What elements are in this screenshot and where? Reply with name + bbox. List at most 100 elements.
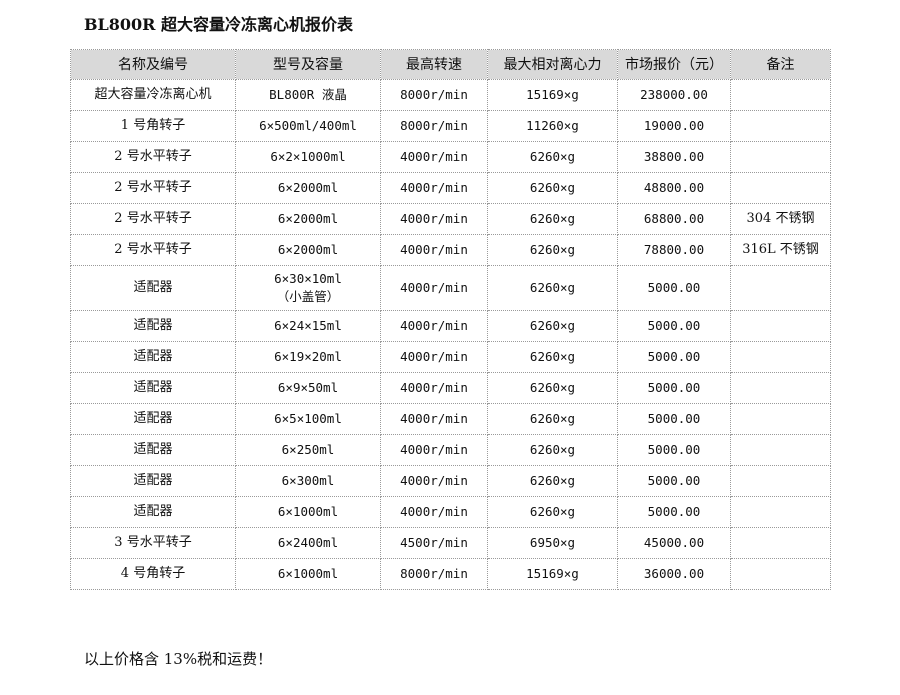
header-remark: 备注	[730, 49, 831, 80]
cell-name: 适配器	[70, 372, 236, 404]
table-row: 适配器 6×5×100ml 4000r/min 6260×g 5000.00	[70, 403, 831, 435]
cell-model: BL800R 液晶	[235, 79, 381, 111]
cell-model-line: 6×2000ml	[277, 180, 339, 195]
cell-model-line: 6×250ml	[281, 442, 335, 457]
cell-model: 6×2×1000ml	[235, 141, 381, 173]
cell-remark	[730, 465, 831, 497]
cell-name: 2 号水平转子	[70, 234, 236, 266]
cell-price: 68800.00	[617, 203, 731, 235]
cell-speed: 4000r/min	[380, 372, 488, 404]
table-row: 2 号水平转子 6×2000ml 4000r/min 6260×g 78800.00 31…	[70, 234, 831, 266]
cell-speed: 4000r/min	[380, 234, 488, 266]
cell-model: 6×5×100ml	[235, 403, 381, 435]
table-row: 适配器 6×250ml 4000r/min 6260×g 5000.00	[70, 434, 831, 466]
cell-rcf: 6260×g	[487, 234, 618, 266]
cell-rcf: 6260×g	[487, 172, 618, 204]
cell-speed: 4000r/min	[380, 434, 488, 466]
cell-remark	[730, 341, 831, 373]
cell-price: 45000.00	[617, 527, 731, 559]
cell-speed: 4000r/min	[380, 403, 488, 435]
cell-price: 5000.00	[617, 341, 731, 373]
cell-name: 2 号水平转子	[70, 172, 236, 204]
cell-remark	[730, 558, 831, 590]
cell-model-subline: （小盖管）	[276, 289, 340, 304]
table-row: 2 号水平转子 6×2000ml 4000r/min 6260×g 68800.00 30…	[70, 203, 831, 235]
cell-rcf: 6950×g	[487, 527, 618, 559]
price-note: 以上价格含 13%税和运费！	[84, 650, 273, 668]
cell-remark	[730, 434, 831, 466]
table-header-row: 名称及编号 型号及容量 最高转速 最大相对离心力 市场报价（元） 备注	[70, 49, 831, 80]
cell-model: 6×1000ml	[235, 496, 381, 528]
cell-rcf: 6260×g	[487, 141, 618, 173]
cell-model: 6×30×10ml （小盖管）	[235, 265, 381, 311]
cell-speed: 4000r/min	[380, 341, 488, 373]
cell-name: 适配器	[70, 403, 236, 435]
header-name: 名称及编号	[70, 49, 236, 80]
table-row: 适配器 6×300ml 4000r/min 6260×g 5000.00	[70, 465, 831, 497]
cell-remark: 316L 不锈钢	[730, 234, 831, 266]
cell-model: 6×2400ml	[235, 527, 381, 559]
cell-model-line: 6×300ml	[281, 473, 335, 488]
cell-rcf: 6260×g	[487, 203, 618, 235]
cell-model: 6×2000ml	[235, 172, 381, 204]
cell-name: 2 号水平转子	[70, 203, 236, 235]
cell-price: 5000.00	[617, 265, 731, 311]
cell-name: 适配器	[70, 434, 236, 466]
cell-price: 5000.00	[617, 403, 731, 435]
table-row: 超大容量冷冻离心机 BL800R 液晶 8000r/min 15169×g 238000…	[70, 79, 831, 111]
table-row: 2 号水平转子 6×2000ml 4000r/min 6260×g 48800.00	[70, 172, 831, 204]
cell-name: 2 号水平转子	[70, 141, 236, 173]
cell-name: 1 号角转子	[70, 110, 236, 142]
cell-model-line: 6×1000ml	[277, 504, 339, 519]
cell-model: 6×300ml	[235, 465, 381, 497]
cell-speed: 4000r/min	[380, 465, 488, 497]
header-speed: 最高转速	[380, 49, 488, 80]
cell-model-line: 6×5×100ml	[274, 411, 342, 426]
cell-model-line: 6×24×15ml	[274, 318, 342, 333]
header-model: 型号及容量	[235, 49, 381, 80]
cell-rcf: 6260×g	[487, 372, 618, 404]
cell-model-line: BL800R 液晶	[269, 87, 347, 102]
cell-price: 5000.00	[617, 496, 731, 528]
cell-rcf: 15169×g	[487, 79, 618, 111]
cell-remark	[730, 310, 831, 342]
cell-price: 5000.00	[617, 434, 731, 466]
header-rcf: 最大相对离心力	[487, 49, 618, 80]
table-row: 适配器 6×1000ml 4000r/min 6260×g 5000.00	[70, 496, 831, 528]
cell-remark	[730, 403, 831, 435]
cell-rcf: 6260×g	[487, 310, 618, 342]
cell-name: 适配器	[70, 265, 236, 311]
cell-model-line: 6×2000ml	[277, 242, 339, 257]
cell-rcf: 6260×g	[487, 434, 618, 466]
cell-model-line: 6×2400ml	[277, 535, 339, 550]
cell-price: 5000.00	[617, 465, 731, 497]
table-body: 超大容量冷冻离心机 BL800R 液晶 8000r/min 15169×g 238000…	[70, 79, 831, 590]
table-row: 1 号角转子 6×500ml/400ml 8000r/min 11260×g 19000…	[70, 110, 831, 142]
header-price: 市场报价（元）	[617, 49, 731, 80]
cell-name: 超大容量冷冻离心机	[70, 79, 236, 111]
cell-speed: 4000r/min	[380, 141, 488, 173]
cell-speed: 4000r/min	[380, 172, 488, 204]
cell-price: 5000.00	[617, 310, 731, 342]
table-row: 适配器 6×19×20ml 4000r/min 6260×g 5000.00	[70, 341, 831, 373]
cell-model: 6×250ml	[235, 434, 381, 466]
cell-remark	[730, 141, 831, 173]
cell-model-line: 6×30×10ml	[274, 271, 342, 286]
cell-model: 6×9×50ml	[235, 372, 381, 404]
cell-price: 48800.00	[617, 172, 731, 204]
cell-model: 6×24×15ml	[235, 310, 381, 342]
cell-model: 6×19×20ml	[235, 341, 381, 373]
cell-name: 3 号水平转子	[70, 527, 236, 559]
cell-model-line: 6×2×1000ml	[270, 149, 346, 164]
cell-model: 6×1000ml	[235, 558, 381, 590]
cell-remark: 304 不锈钢	[730, 203, 831, 235]
cell-remark	[730, 172, 831, 204]
cell-name: 适配器	[70, 465, 236, 497]
cell-name: 适配器	[70, 496, 236, 528]
cell-price: 238000.00	[617, 79, 731, 111]
cell-model: 6×2000ml	[235, 234, 381, 266]
cell-model-line: 6×2000ml	[277, 211, 339, 226]
cell-model: 6×500ml/400ml	[235, 110, 381, 142]
cell-name: 适配器	[70, 310, 236, 342]
cell-model-line: 6×19×20ml	[274, 349, 342, 364]
